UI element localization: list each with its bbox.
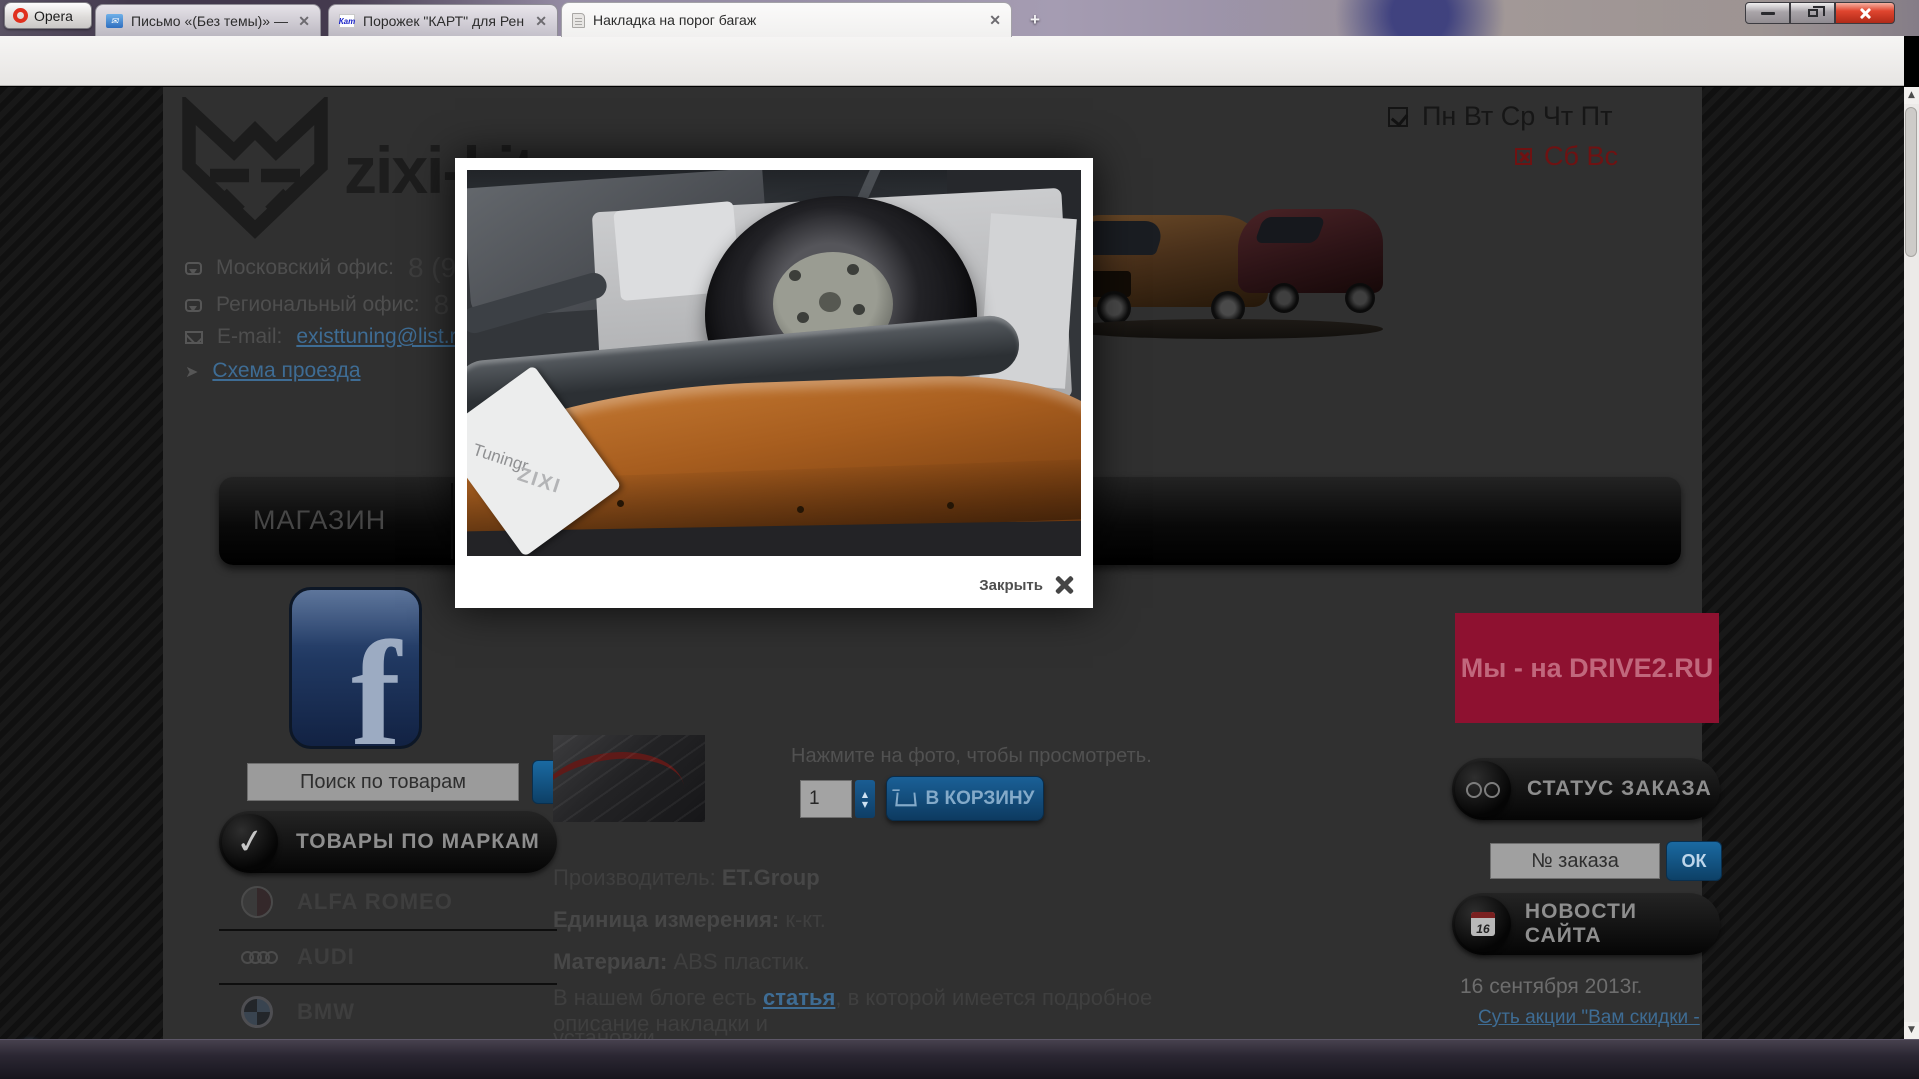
sidebar-item-alfa-romeo[interactable]: ALFA ROMEO — [219, 877, 557, 927]
route-scheme-link[interactable]: Схема проезда — [212, 359, 360, 383]
new-tab-button[interactable]: + — [1022, 10, 1048, 30]
facebook-badge[interactable]: f — [289, 587, 422, 749]
sidebar-item-audi[interactable]: AUDI — [219, 933, 557, 981]
bmw-logo-icon — [241, 996, 273, 1028]
scroll-down-arrow[interactable]: ▼ — [1904, 1022, 1919, 1039]
quantity-input[interactable] — [800, 780, 852, 818]
arrow-marker-icon: ➤ — [185, 362, 198, 381]
glasses-icon — [1455, 761, 1511, 817]
order-ok-button[interactable]: ОК — [1666, 841, 1722, 881]
work-schedule-weekdays: Пн Вт Ср Чт Пт — [1388, 101, 1612, 132]
nav-item-shop[interactable]: МАГАЗИН — [253, 505, 386, 536]
checked-checkbox-icon — [1388, 107, 1408, 127]
scroll-up-arrow[interactable]: ▲ — [1904, 87, 1919, 104]
news-date: 16 сентября 2013г. — [1460, 975, 1642, 999]
photo-lightbox: Tuningr ZIXI Закрыть — [455, 158, 1093, 608]
kart-favicon-icon: Кат — [339, 14, 355, 28]
manufacturer-value: ET.Group — [722, 865, 820, 890]
audi-logo-icon — [241, 951, 273, 964]
brands-header: ✓ ТОВАРЫ ПО МАРКАМ — [219, 811, 557, 873]
sidebar-item-bmw[interactable]: BMW — [219, 987, 557, 1037]
opera-menu-label: Opera — [34, 8, 73, 24]
product-search-input[interactable] — [247, 763, 519, 801]
tab-title: Накладка на порог багаж — [593, 12, 981, 28]
tab-close-icon[interactable]: ✕ — [298, 13, 310, 30]
page-favicon-icon — [572, 13, 585, 28]
desktop-screen: Opera ✉ Письмо «(Без темы)» — ✕ Кат Поро… — [0, 0, 1919, 1079]
add-to-cart-button[interactable]: В КОРЗИНУ — [886, 776, 1044, 821]
order-number-input[interactable] — [1490, 843, 1660, 879]
email-row: E-mail: existtuning@list.ru — [185, 325, 468, 349]
cars-banner-image — [1063, 187, 1383, 342]
minimize-button[interactable] — [1745, 2, 1790, 24]
photo-hint-text: Нажмите на фото, чтобы просмотреть. — [791, 745, 1152, 768]
stepper-down-icon: ▼ — [862, 801, 868, 808]
tab-porozhek[interactable]: Кат Порожек "КАРТ" для Рен ✕ — [328, 4, 558, 37]
cart-icon — [895, 792, 917, 806]
calendar-icon: 16 — [1455, 896, 1511, 952]
tab-nakladka-active[interactable]: Накладка на порог багаж ✕ — [561, 2, 1012, 37]
opera-menu-button[interactable]: Opera — [4, 2, 92, 29]
news-promo-link[interactable]: Суть акции "Вам скидки - — [1478, 1007, 1700, 1029]
crossed-checkbox-icon — [1515, 148, 1532, 165]
tab-title: Порожек "КАРТ" для Рен — [363, 13, 527, 29]
material-row: Материал: ABS пластик. — [553, 949, 810, 975]
work-schedule-weekend: Сб Вс — [1515, 141, 1618, 172]
address-bar — [0, 36, 1904, 86]
blog-article-link[interactable]: статья — [763, 985, 835, 1010]
window-controls — [1745, 2, 1895, 26]
envelope-icon — [185, 331, 203, 344]
page-scrollbar[interactable]: ▲ ▼ — [1904, 87, 1919, 1039]
taskbar — [0, 1039, 1919, 1079]
tab-close-icon[interactable]: ✕ — [535, 13, 547, 30]
zixi-kit-emblem-icon — [180, 97, 330, 242]
restore-button[interactable] — [1790, 2, 1835, 24]
close-label: Закрыть — [979, 577, 1043, 594]
stepper-up-icon: ▲ — [862, 791, 868, 798]
check-circle-icon: ✓ — [222, 814, 278, 870]
manufacturer-row: Производитель: ET.Group — [553, 865, 820, 891]
speech-bubble-icon — [185, 262, 202, 275]
drive2-banner[interactable]: Мы - на DRIVE2.RU — [1455, 613, 1719, 723]
route-row: ➤ Схема проезда — [185, 359, 361, 383]
close-window-button[interactable] — [1835, 2, 1895, 24]
email-link[interactable]: existtuning@list.ru — [296, 325, 468, 349]
blog-paragraph-clipped: установки. — [553, 1025, 661, 1039]
quantity-stepper[interactable]: ▲▼ — [855, 780, 875, 818]
product-thumbnail-image[interactable] — [553, 735, 705, 822]
mail-favicon-icon: ✉ — [106, 14, 123, 28]
tab-mail[interactable]: ✉ Письмо «(Без темы)» — ✕ — [95, 4, 321, 37]
unit-row: Единица измерения: к-кт. — [553, 907, 826, 933]
material-value: ABS пластик. — [673, 949, 809, 974]
trunk-photo[interactable]: Tuningr ZIXI — [467, 170, 1081, 556]
tab-title: Письмо «(Без темы)» — — [131, 13, 290, 29]
close-x-icon — [1053, 574, 1075, 596]
lightbox-close-button[interactable]: Закрыть — [979, 574, 1075, 596]
speech-bubble-icon — [185, 299, 202, 312]
tab-close-icon[interactable]: ✕ — [989, 12, 1001, 29]
moscow-office-row: Московский офис: 8 (901) — [185, 252, 497, 284]
alfa-romeo-logo-icon — [241, 886, 273, 918]
scroll-thumb[interactable] — [1905, 107, 1917, 257]
order-status-header: СТАТУС ЗАКАЗА — [1452, 758, 1720, 820]
opera-logo-icon — [13, 8, 28, 23]
site-news-header: 16 НОВОСТИ САЙТА — [1452, 893, 1720, 955]
unit-value: к-кт. — [785, 907, 826, 932]
